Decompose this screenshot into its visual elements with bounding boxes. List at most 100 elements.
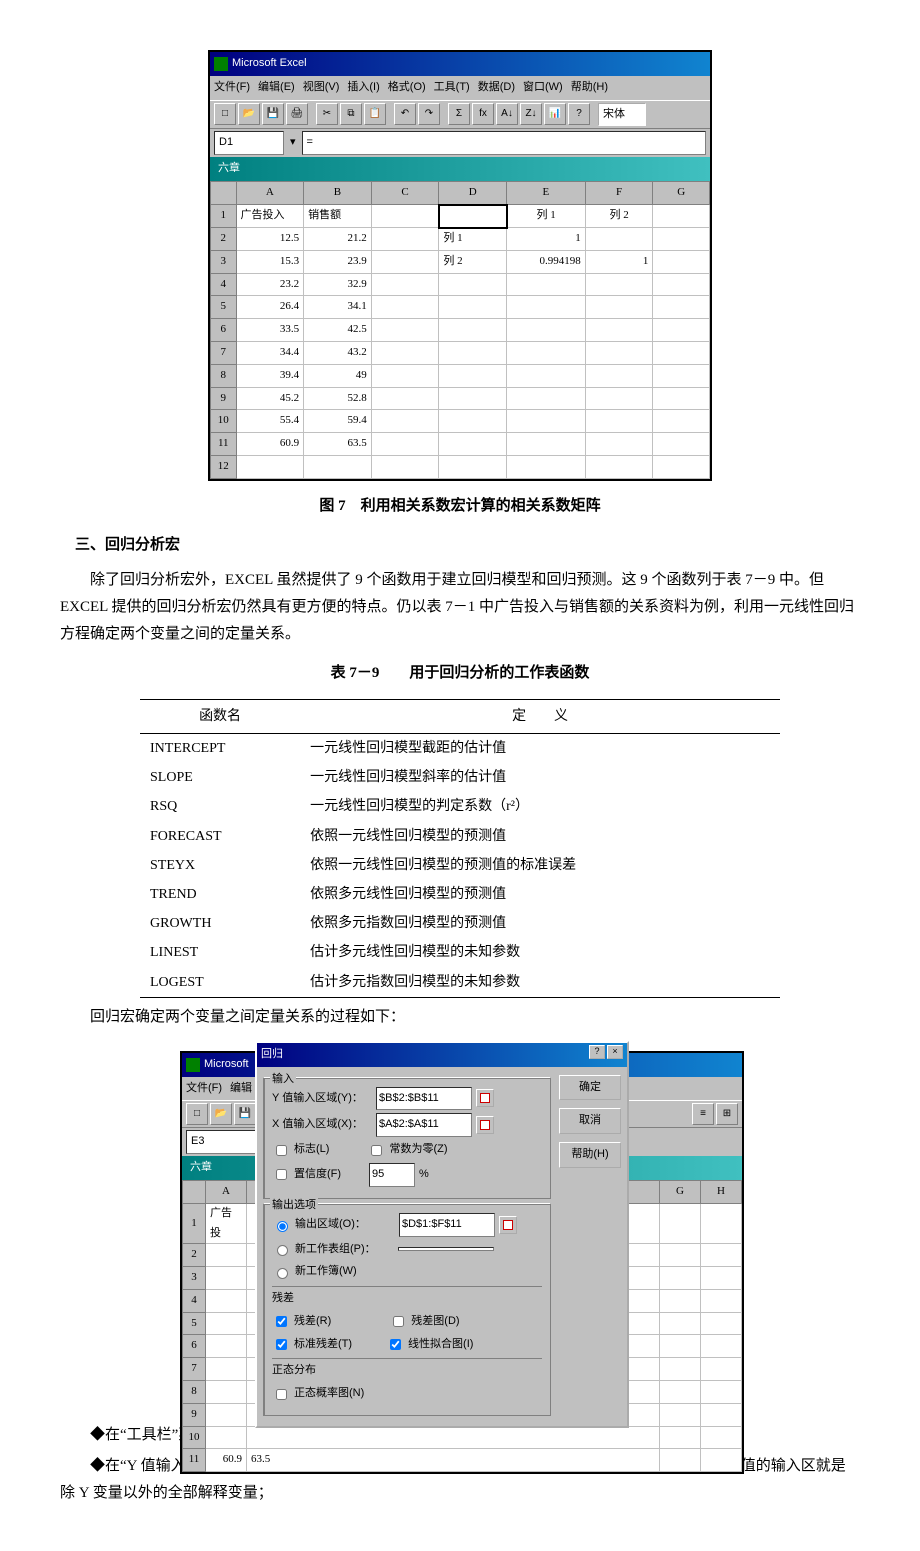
new-sheet-input[interactable]: [398, 1247, 494, 1251]
cell[interactable]: 23.9: [304, 250, 372, 273]
col-A[interactable]: A: [236, 181, 304, 204]
cell[interactable]: 1: [507, 228, 586, 251]
cell[interactable]: 列 1: [439, 228, 507, 251]
align-icon[interactable]: ≡: [692, 1103, 714, 1125]
cell[interactable]: 列 2: [439, 250, 507, 273]
open-icon[interactable]: 📂: [238, 103, 260, 125]
fx-icon[interactable]: fx: [472, 103, 494, 125]
cell[interactable]: 39.4: [236, 364, 304, 387]
row-3[interactable]: 3 15.3 23.9 列 2 0.994198 1: [211, 250, 710, 273]
font-select[interactable]: 宋体: [598, 103, 646, 127]
dropdown-icon[interactable]: ▾: [290, 133, 296, 153]
menu-view[interactable]: 视图(V): [303, 78, 340, 98]
cell[interactable]: 33.5: [236, 319, 304, 342]
close-icon[interactable]: ×: [607, 1045, 623, 1059]
cell[interactable]: 广告投入: [236, 205, 304, 228]
cell[interactable]: 列 1: [507, 205, 586, 228]
menu-data[interactable]: 数据(D): [478, 78, 515, 98]
cut-icon[interactable]: ✂: [316, 103, 338, 125]
name-box[interactable]: D1: [214, 131, 284, 155]
autosum-icon[interactable]: Σ: [448, 103, 470, 125]
sort-desc-icon[interactable]: Z↓: [520, 103, 542, 125]
refedit-icon[interactable]: [476, 1089, 494, 1107]
col-B[interactable]: B: [304, 181, 372, 204]
normal-plot-checkbox[interactable]: [276, 1389, 287, 1400]
row-8[interactable]: 839.449: [211, 364, 710, 387]
merge-icon[interactable]: ⊞: [716, 1103, 738, 1125]
help-icon[interactable]: ?: [568, 103, 590, 125]
name-box-2[interactable]: E3: [186, 1130, 256, 1154]
cell[interactable]: 15.3: [236, 250, 304, 273]
cell[interactable]: 23.2: [236, 273, 304, 296]
residual-plot-checkbox[interactable]: [393, 1316, 404, 1327]
help-button[interactable]: 帮助(H): [559, 1142, 621, 1168]
residuals-checkbox[interactable]: [276, 1316, 287, 1327]
output-range-radio[interactable]: [277, 1221, 288, 1232]
col-D[interactable]: D: [439, 181, 507, 204]
row-2[interactable]: 2 12.5 21.2 列 1 1: [211, 228, 710, 251]
menubar[interactable]: 文件(F) 编辑(E) 视图(V) 插入(I) 格式(O) 工具(T) 数据(D…: [210, 76, 710, 100]
refedit-icon[interactable]: [499, 1216, 517, 1234]
cell[interactable]: 42.5: [304, 319, 372, 342]
redo-icon[interactable]: ↷: [418, 103, 440, 125]
cell[interactable]: 52.8: [304, 387, 372, 410]
menu-file[interactable]: 文件(F): [214, 78, 250, 98]
confidence-checkbox[interactable]: [276, 1169, 287, 1180]
spreadsheet-1[interactable]: A B C D E F G 1 广告投入 销售额 列 1 列 2 2 12.5 …: [210, 181, 710, 479]
row-5[interactable]: 526.434.1: [211, 296, 710, 319]
line-fit-checkbox[interactable]: [390, 1339, 401, 1350]
labels-checkbox[interactable]: [276, 1145, 287, 1156]
cell[interactable]: 43.2: [304, 342, 372, 365]
select-all-cell[interactable]: [211, 181, 237, 204]
menu-tools[interactable]: 工具(T): [434, 78, 470, 98]
copy-icon[interactable]: ⧉: [340, 103, 362, 125]
chart-icon[interactable]: 📊: [544, 103, 566, 125]
new-book-radio[interactable]: [277, 1268, 288, 1279]
cell[interactable]: 49: [304, 364, 372, 387]
col-C[interactable]: C: [371, 181, 439, 204]
row-11[interactable]: 1160.963.5: [211, 433, 710, 456]
cell[interactable]: 销售额: [304, 205, 372, 228]
new-icon[interactable]: □: [186, 1103, 208, 1125]
refedit-icon[interactable]: [476, 1116, 494, 1134]
save-icon[interactable]: 💾: [262, 103, 284, 125]
cell[interactable]: 列 2: [585, 205, 653, 228]
confidence-input[interactable]: 95: [369, 1163, 415, 1187]
paste-icon[interactable]: 📋: [364, 103, 386, 125]
row-9[interactable]: 945.252.8: [211, 387, 710, 410]
cell[interactable]: 0.994198: [507, 250, 586, 273]
cell[interactable]: 广告投: [206, 1203, 247, 1244]
row-6[interactable]: 633.542.5: [211, 319, 710, 342]
col-E[interactable]: E: [507, 181, 586, 204]
output-range-input[interactable]: $D$1:$F$11: [399, 1213, 495, 1237]
print-icon[interactable]: 🖨: [286, 103, 308, 125]
col-G[interactable]: G: [653, 181, 710, 204]
open-icon[interactable]: 📂: [210, 1103, 232, 1125]
cell[interactable]: 60.9: [236, 433, 304, 456]
col-F[interactable]: F: [585, 181, 653, 204]
const-zero-checkbox[interactable]: [371, 1145, 382, 1156]
menu-help[interactable]: 帮助(H): [571, 78, 608, 98]
dialog-help-icon[interactable]: ?: [589, 1045, 605, 1059]
cell[interactable]: 34.4: [236, 342, 304, 365]
cell[interactable]: 32.9: [304, 273, 372, 296]
formula-bar[interactable]: =: [302, 131, 706, 155]
save-icon[interactable]: 💾: [234, 1103, 256, 1125]
cell[interactable]: 60.9: [206, 1449, 247, 1472]
x-range-input[interactable]: $A$2:$A$11: [376, 1113, 472, 1137]
cell[interactable]: 34.1: [304, 296, 372, 319]
cell[interactable]: 59.4: [304, 410, 372, 433]
y-range-input[interactable]: $B$2:$B$11: [376, 1087, 472, 1111]
row-12[interactable]: 12: [211, 456, 710, 479]
cell[interactable]: 63.5: [247, 1449, 660, 1472]
row-10[interactable]: 1055.459.4: [211, 410, 710, 433]
menu-edit[interactable]: 编辑: [230, 1079, 252, 1099]
cell[interactable]: 12.5: [236, 228, 304, 251]
cell[interactable]: 1: [585, 250, 653, 273]
cell[interactable]: 55.4: [236, 410, 304, 433]
cancel-button[interactable]: 取消: [559, 1108, 621, 1134]
menu-edit[interactable]: 编辑(E): [258, 78, 295, 98]
menu-window[interactable]: 窗口(W): [523, 78, 563, 98]
row-1[interactable]: 1 广告投入 销售额 列 1 列 2: [211, 205, 710, 228]
cell[interactable]: 26.4: [236, 296, 304, 319]
